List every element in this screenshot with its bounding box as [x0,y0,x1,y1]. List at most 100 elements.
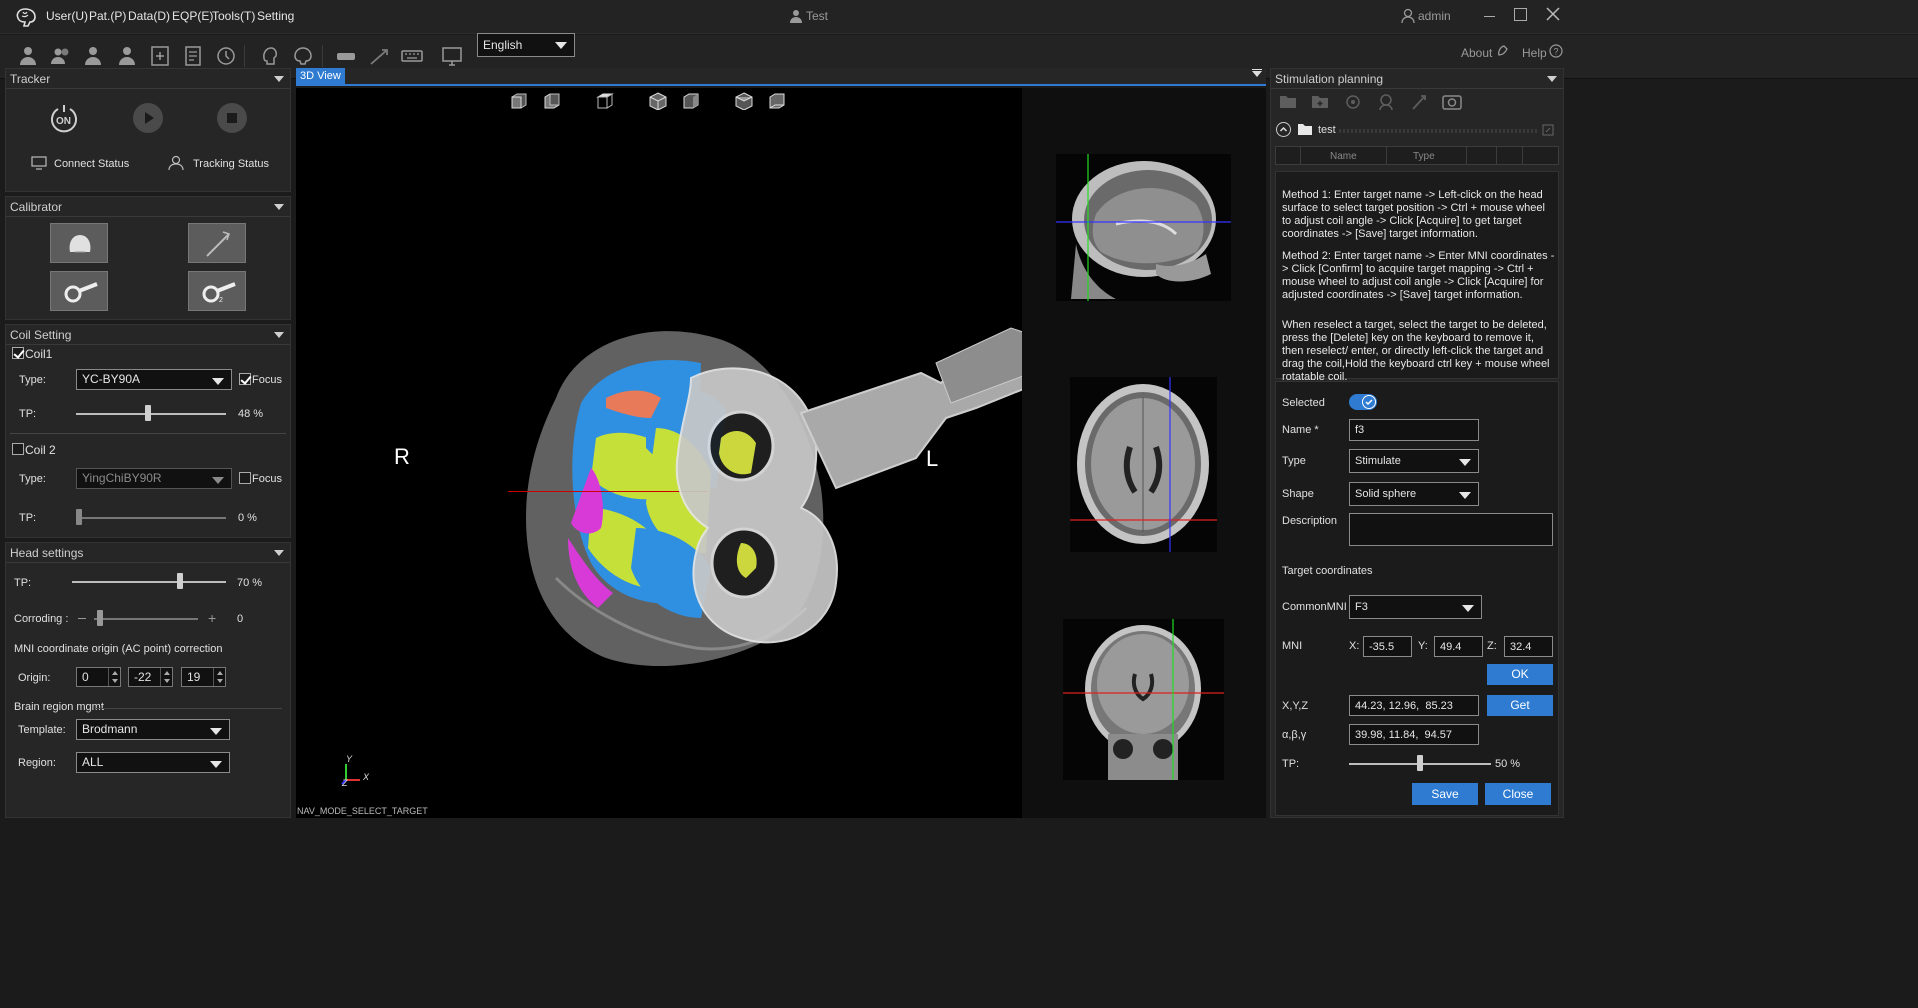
coil1-tp-slider-thumb[interactable] [145,405,151,421]
probe-icon[interactable] [367,44,391,68]
brain-icon[interactable] [291,44,315,68]
coil2-checkbox[interactable] [12,443,24,455]
camera-icon[interactable] [1442,93,1462,111]
abg-input[interactable] [1349,724,1479,745]
save-button[interactable]: Save [1412,783,1478,805]
xyz-input[interactable] [1349,695,1479,716]
view-front-icon[interactable] [510,92,528,110]
origin-z-spinbox[interactable]: 19 [181,667,226,687]
menu-tools[interactable]: Tools(T) [212,9,255,23]
coil-icon[interactable] [334,44,358,68]
3d-viewport[interactable]: R L Y X Z NAV_MODE_SELECT_TARGET [296,88,1266,818]
minus-icon[interactable] [78,618,86,619]
view-menu-icon[interactable] [1252,71,1262,77]
head-target-icon[interactable] [1377,93,1395,111]
head-tp-slider[interactable] [72,581,226,583]
view-left-icon[interactable] [649,92,667,111]
tracker-on-button[interactable]: ON [49,103,79,133]
coil2-type-select[interactable]: YingChiBY90R [76,468,232,489]
restore-icon[interactable] [1514,8,1527,21]
type-select[interactable]: Stimulate [1349,449,1479,473]
new-patient-icon[interactable] [16,44,40,68]
head-calibration-button[interactable] [50,223,108,263]
menu-setting[interactable]: Setting [257,9,294,23]
region-select[interactable]: ALL [76,752,230,773]
new-folder-icon[interactable] [1311,93,1329,109]
minimize-icon[interactable] [1484,16,1495,17]
edit-patient-icon[interactable] [82,44,106,68]
head-model-icon[interactable] [258,44,282,68]
menu-equipment[interactable]: EQP(E) [172,9,213,23]
view-iso-icon[interactable] [735,92,753,111]
view-top-icon[interactable] [596,92,614,110]
mni-z-input[interactable] [1504,636,1553,657]
coil2-calibration-button[interactable]: 2 [188,271,246,311]
collapse-icon[interactable] [274,76,284,82]
collapse-tree-icon[interactable] [1276,122,1291,137]
coil1-calibration-button[interactable] [50,271,108,311]
stop-button[interactable] [217,103,247,133]
coil1-focus-checkbox[interactable] [239,373,251,385]
target-icon[interactable] [1344,93,1362,111]
language-select[interactable]: English [477,33,575,57]
close-window-icon[interactable] [1545,6,1561,22]
history-icon[interactable] [214,44,238,68]
name-input[interactable] [1349,419,1479,441]
common-mni-select[interactable]: F3 [1349,595,1482,619]
sagittal-slice-view[interactable] [1056,154,1231,301]
probe-calibration-button[interactable] [188,223,246,263]
coil1-tp-slider[interactable] [76,413,226,415]
help-icon[interactable]: ? [1549,44,1563,58]
shape-select[interactable]: Solid sphere [1349,482,1479,506]
view-right-icon[interactable] [682,92,700,110]
origin-y-spinbox[interactable]: -22 [128,667,173,687]
patient-list-icon[interactable] [49,44,73,68]
description-input[interactable] [1349,513,1553,546]
monitor-icon[interactable] [440,44,464,68]
coil1-type-select[interactable]: YC-BY90A [76,369,232,390]
add-record-icon[interactable] [148,44,172,68]
collapse-icon[interactable] [1547,76,1557,82]
open-folder-icon[interactable] [1279,93,1297,109]
view-back-icon[interactable] [543,92,561,110]
coil2-tp-slider[interactable] [76,517,226,519]
origin-x-spinbox[interactable]: 0 [76,667,121,687]
about-icon[interactable] [1496,44,1510,58]
tab-3d-view[interactable]: 3D View [296,68,345,86]
close-button[interactable]: Close [1485,783,1551,805]
menu-patient[interactable]: Pat.(P) [89,9,126,23]
help-link[interactable]: Help [1522,46,1547,60]
coil2-focus-checkbox[interactable] [239,472,251,484]
ok-button[interactable]: OK [1487,664,1553,685]
axial-slice-view[interactable] [1070,377,1217,552]
coil2-tp-slider-thumb[interactable] [76,509,82,525]
coronal-slice-view[interactable] [1063,619,1224,780]
menu-user[interactable]: User(U) [46,9,88,23]
collapse-icon[interactable] [274,332,284,338]
spin-arrows-icon[interactable] [108,668,120,686]
keyboard-icon[interactable] [400,44,424,68]
collapse-icon[interactable] [274,204,284,210]
get-button[interactable]: Get [1487,695,1553,716]
corroding-slider[interactable] [94,618,198,620]
menu-data[interactable]: Data(D) [128,9,170,23]
spin-arrows-icon[interactable] [213,668,225,686]
mni-y-input[interactable] [1434,636,1483,657]
selected-toggle[interactable] [1349,394,1377,410]
edit-icon[interactable] [1542,124,1554,136]
view-bottom-icon[interactable] [768,92,786,110]
play-button[interactable] [133,103,163,133]
patient-info-icon[interactable] [115,44,139,68]
coil-target-icon[interactable] [1410,93,1428,111]
coil1-checkbox[interactable] [12,347,24,359]
corroding-slider-thumb[interactable] [97,610,103,626]
plus-icon[interactable]: + [208,611,216,625]
stim-tp-slider-thumb[interactable] [1417,755,1423,771]
head-tp-slider-thumb[interactable] [176,573,183,589]
head-model-render[interactable] [496,318,1036,668]
spin-arrows-icon[interactable] [160,668,172,686]
collapse-icon[interactable] [274,550,284,556]
template-select[interactable]: Brodmann [76,719,230,740]
about-link[interactable]: About [1461,46,1492,60]
report-icon[interactable] [181,44,205,68]
